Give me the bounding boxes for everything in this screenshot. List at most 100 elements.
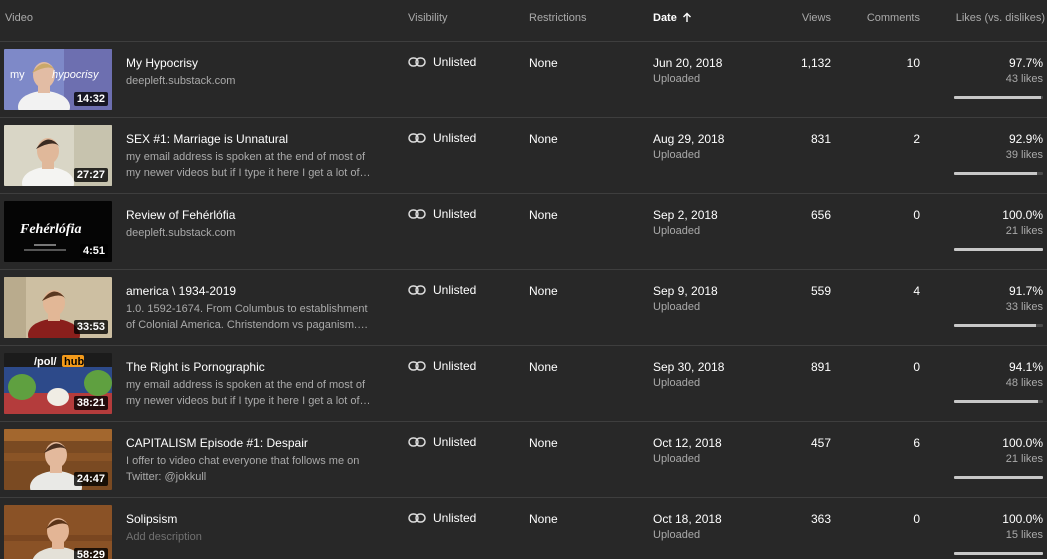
- table-row[interactable]: /pol/hub 38:21 The Right is Pornographic…: [0, 346, 1047, 422]
- video-list: my hypocrisy 14:32 My Hypocrisy deepleft.…: [0, 42, 1047, 559]
- table-row[interactable]: Fehérlófia 4:51 Review of Fehérlófia dee…: [0, 194, 1047, 270]
- link-icon: [408, 285, 426, 295]
- video-description: 1.0. 1592-1674. From Columbus to establi…: [126, 303, 369, 331]
- like-percentage: 94.1%: [1008, 360, 1043, 374]
- column-header-comments[interactable]: Comments: [867, 12, 920, 24]
- video-description: deepleft.substack.com: [126, 75, 236, 87]
- video-title[interactable]: Review of Fehérlófia: [126, 208, 235, 222]
- like-ratio-bar: [954, 400, 1043, 403]
- comments-count: 0: [913, 512, 920, 526]
- column-header-likes[interactable]: Likes (vs. dislikes): [956, 12, 1045, 24]
- likes-count: 21 likes: [1005, 453, 1043, 465]
- upload-status: Uploaded: [653, 453, 701, 465]
- visibility-label: Unlisted: [433, 207, 477, 221]
- comments-count: 0: [913, 360, 920, 374]
- video-thumbnail[interactable]: Fehérlófia 4:51: [4, 201, 112, 262]
- video-description: deepleft.substack.com: [126, 227, 236, 239]
- views-count: 891: [810, 360, 831, 374]
- video-duration: 4:51: [79, 244, 108, 258]
- like-ratio-bar: [954, 476, 1043, 479]
- video-title[interactable]: CAPITALISM Episode #1: Despair: [126, 436, 308, 450]
- likes-count: 21 likes: [1005, 225, 1043, 237]
- visibility-cell[interactable]: Unlisted: [408, 207, 476, 221]
- like-ratio-fill: [954, 552, 1043, 555]
- video-thumbnail[interactable]: 58:29: [4, 505, 112, 559]
- upload-date: Oct 18, 2018: [653, 512, 722, 526]
- video-thumbnail[interactable]: my hypocrisy 14:32: [4, 49, 112, 110]
- visibility-cell[interactable]: Unlisted: [408, 511, 476, 525]
- views-count: 457: [810, 436, 831, 450]
- views-count: 656: [810, 208, 831, 222]
- video-thumbnail[interactable]: /pol/hub 38:21: [4, 353, 112, 414]
- video-thumbnail[interactable]: 27:27: [4, 125, 112, 186]
- table-row[interactable]: my hypocrisy 14:32 My Hypocrisy deepleft.…: [0, 42, 1047, 118]
- upload-status: Uploaded: [653, 73, 701, 85]
- upload-status: Uploaded: [653, 225, 701, 237]
- video-title[interactable]: My Hypocrisy: [126, 56, 198, 70]
- visibility-cell[interactable]: Unlisted: [408, 131, 476, 145]
- table-row[interactable]: 27:27 SEX #1: Marriage is Unnatural my e…: [0, 118, 1047, 194]
- upload-date: Oct 12, 2018: [653, 436, 722, 450]
- video-title[interactable]: SEX #1: Marriage is Unnatural: [126, 132, 288, 146]
- upload-date: Sep 9, 2018: [653, 284, 718, 298]
- video-title[interactable]: The Right is Pornographic: [126, 360, 265, 374]
- like-ratio-bar: [954, 324, 1043, 327]
- table-row[interactable]: 33:53 america \ 1934-2019 1.0. 1592-1674…: [0, 270, 1047, 346]
- comments-count: 0: [913, 208, 920, 222]
- video-duration: 58:29: [73, 548, 108, 559]
- column-header-views[interactable]: Views: [802, 12, 831, 24]
- link-icon: [408, 437, 426, 447]
- like-percentage: 100.0%: [1002, 208, 1043, 222]
- column-header-restrictions[interactable]: Restrictions: [529, 12, 586, 24]
- visibility-cell[interactable]: Unlisted: [408, 283, 476, 297]
- like-ratio-fill: [954, 172, 1037, 175]
- visibility-cell[interactable]: Unlisted: [408, 359, 476, 373]
- like-percentage: 100.0%: [1002, 436, 1043, 450]
- video-thumbnail[interactable]: 33:53: [4, 277, 112, 338]
- link-icon: [408, 209, 426, 219]
- sort-arrow-up-icon[interactable]: [682, 12, 692, 26]
- video-description: my email address is spoken at the end of…: [126, 151, 371, 179]
- video-duration: 14:32: [73, 92, 108, 106]
- like-ratio-bar: [954, 248, 1043, 251]
- table-row[interactable]: 24:47 CAPITALISM Episode #1: Despair I o…: [0, 422, 1047, 498]
- restrictions-cell: None: [529, 360, 558, 374]
- visibility-label: Unlisted: [433, 55, 477, 69]
- restrictions-cell: None: [529, 284, 558, 298]
- like-ratio-fill: [954, 248, 1043, 251]
- upload-date: Sep 30, 2018: [653, 360, 725, 374]
- upload-status: Uploaded: [653, 377, 701, 389]
- column-header-date[interactable]: Date: [653, 12, 692, 26]
- visibility-cell[interactable]: Unlisted: [408, 55, 476, 69]
- restrictions-cell: None: [529, 132, 558, 146]
- svg-text:hypocrisy: hypocrisy: [52, 69, 100, 81]
- like-ratio-bar: [954, 96, 1043, 99]
- visibility-label: Unlisted: [433, 435, 477, 449]
- video-description: my email address is spoken at the end of…: [126, 379, 371, 407]
- svg-text:my: my: [10, 69, 25, 81]
- restrictions-cell: None: [529, 436, 558, 450]
- likes-count: 48 likes: [1005, 377, 1043, 389]
- likes-count: 39 likes: [1005, 149, 1043, 161]
- video-thumbnail[interactable]: 24:47: [4, 429, 112, 490]
- link-icon: [408, 133, 426, 143]
- video-title[interactable]: Solipsism: [126, 512, 177, 526]
- upload-status: Uploaded: [653, 529, 701, 541]
- views-count: 559: [810, 284, 831, 298]
- column-header-visibility[interactable]: Visibility: [408, 12, 448, 24]
- upload-date: Sep 2, 2018: [653, 208, 718, 222]
- video-duration: 38:21: [73, 396, 108, 410]
- visibility-cell[interactable]: Unlisted: [408, 435, 476, 449]
- like-ratio-fill: [954, 400, 1038, 403]
- table-row[interactable]: 58:29 Solipsism Add description Unlisted…: [0, 498, 1047, 559]
- likes-count: 15 likes: [1005, 529, 1043, 541]
- video-description: Add description: [126, 531, 202, 543]
- video-title[interactable]: america \ 1934-2019: [126, 284, 236, 298]
- svg-text:/pol/: /pol/: [34, 356, 57, 368]
- like-percentage: 97.7%: [1008, 56, 1043, 70]
- video-description: I offer to video chat everyone that foll…: [126, 455, 360, 483]
- table-header: Video Visibility Restrictions Date Views…: [0, 0, 1047, 42]
- restrictions-cell: None: [529, 208, 558, 222]
- like-ratio-bar: [954, 552, 1043, 555]
- comments-count: 4: [913, 284, 920, 298]
